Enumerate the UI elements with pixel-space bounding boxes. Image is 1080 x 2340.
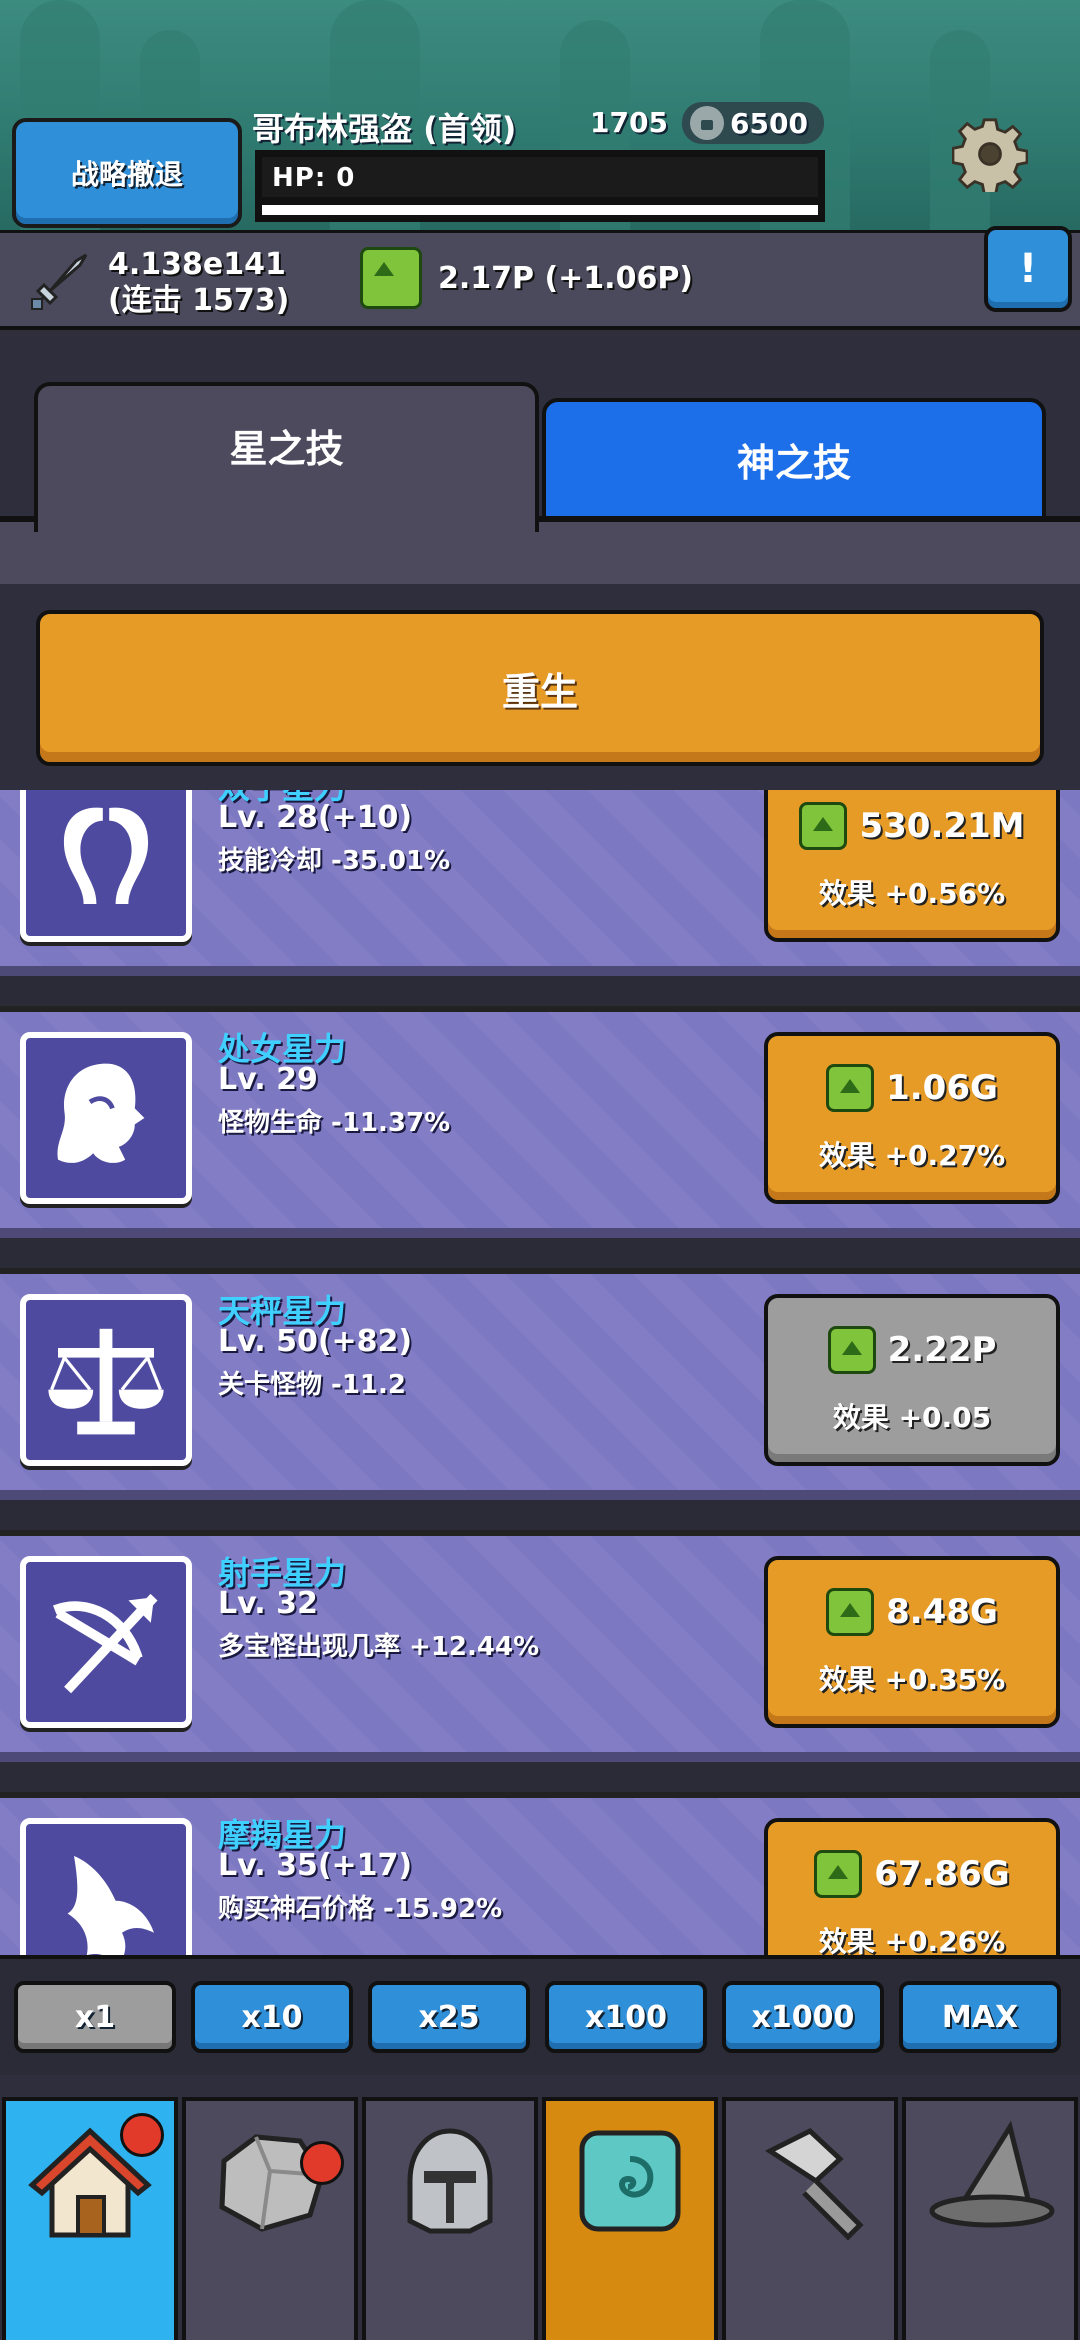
skill-effect: 购买神石价格 -15.92% <box>218 1894 503 1924</box>
settings-gear-icon[interactable] <box>951 116 1029 196</box>
skill-row-sagittarius: 射手星力 Lv. 32 多宝怪出现几率 +12.44% 8.48G 效果 +0.… <box>0 1530 1080 1762</box>
divine-stone-icon <box>360 247 422 309</box>
upgrade-button[interactable]: 67.86G 效果 +0.26% <box>764 1818 1060 1955</box>
skill-effect: 关卡怪物 -11.2 <box>218 1370 406 1400</box>
nav-equipment[interactable] <box>362 2097 538 2340</box>
notification-badge <box>120 2113 164 2157</box>
tab-god-skills[interactable]: 神之技 <box>542 398 1046 520</box>
skill-level: Lv. 35(+17) <box>218 1848 413 1883</box>
libra-icon <box>20 1294 192 1466</box>
retreat-button[interactable]: 战略撤退 <box>12 118 242 228</box>
hammer-icon <box>764 2127 864 2241</box>
divine-stone-icon <box>826 1064 875 1112</box>
skill-level: Lv. 29 <box>218 1062 318 1097</box>
multiplier-x1000-button[interactable]: x1000 <box>722 1981 884 2053</box>
bottom-nav <box>0 2075 1080 2340</box>
upgrade-button[interactable]: 1.06G 效果 +0.27% <box>764 1032 1060 1204</box>
boss-name: 哥布林强盗 (首领) <box>252 110 517 148</box>
gemini-icon <box>20 790 192 942</box>
damage-stat: 4.138e141 (连击 1573) <box>108 247 289 319</box>
skill-row-gemini: 双子星力 Lv. 28(+10) 技能冷却 -35.01% 530.21M 效果… <box>0 790 1080 976</box>
multiplier-x1-button[interactable]: x1 <box>14 1981 176 2053</box>
info-button[interactable]: ! <box>984 226 1072 312</box>
upgrade-button[interactable]: 8.48G 效果 +0.35% <box>764 1556 1060 1728</box>
upgrade-gain: 效果 +0.27% <box>818 1139 1006 1172</box>
upgrade-button[interactable]: 530.21M 效果 +0.56% <box>764 790 1060 942</box>
sagittarius-icon <box>20 1556 192 1728</box>
nav-magic[interactable] <box>902 2097 1078 2340</box>
skill-level: Lv. 32 <box>218 1586 318 1621</box>
stage-value: 6500 <box>730 106 808 140</box>
hp-bar: HP: 0 <box>255 150 825 222</box>
upgrade-cost: 67.86G <box>874 1854 1010 1894</box>
combo-value: (连击 1573) <box>108 283 290 318</box>
skill-row-virgo: 处女星力 Lv. 29 怪物生命 -11.37% 1.06G 效果 +0.27% <box>0 1006 1080 1238</box>
lock-icon <box>690 106 724 140</box>
upgrade-gain: 效果 +0.05 <box>832 1401 992 1434</box>
helmet-icon <box>407 2128 493 2234</box>
upgrade-cost: 530.21M <box>859 806 1025 846</box>
damage-value: 4.138e141 <box>108 247 286 282</box>
skill-effect: 多宝怪出现几率 +12.44% <box>218 1632 540 1662</box>
skill-effect: 怪物生命 -11.37% <box>218 1108 451 1138</box>
rebirth-button[interactable]: 重生 <box>36 610 1044 766</box>
rune-stone-icon <box>579 2130 681 2232</box>
upgrade-cost: 1.06G <box>886 1068 998 1108</box>
skill-level: Lv. 50(+82) <box>218 1324 413 1359</box>
nav-rune[interactable] <box>542 2097 718 2340</box>
nav-home[interactable] <box>2 2097 178 2340</box>
stage-indicator: 6500 <box>682 102 824 144</box>
skill-effect: 技能冷却 -35.01% <box>218 846 451 876</box>
nav-rock[interactable] <box>182 2097 358 2340</box>
skill-row-capricorn: 摩羯星力 Lv. 35(+17) 购买神石价格 -15.92% 67.86G 效… <box>0 1792 1080 1955</box>
kill-count: 1705 <box>590 106 668 139</box>
skill-list[interactable]: 双子星力 Lv. 28(+10) 技能冷却 -35.01% 530.21M 效果… <box>0 790 1080 1955</box>
divine-stone-count: 2.17P (+1.06P) <box>438 261 694 296</box>
divine-stone-icon <box>826 1588 875 1636</box>
virgo-icon <box>20 1032 192 1204</box>
stats-bar: 4.138e141 (连击 1573) 2.17P (+1.06P) <box>0 230 1080 330</box>
upgrade-gain: 效果 +0.35% <box>818 1663 1006 1696</box>
nav-forge[interactable] <box>722 2097 898 2340</box>
sword-icon <box>31 253 88 310</box>
upgrade-cost: 2.22P <box>887 1330 997 1370</box>
divine-stone-icon <box>827 1326 876 1374</box>
wizard-hat-icon <box>929 2120 1055 2228</box>
hp-label: HP: 0 <box>272 163 356 193</box>
skill-level: Lv. 28(+10) <box>218 800 413 835</box>
upgrade-gain: 效果 +0.56% <box>818 877 1006 910</box>
multiplier-x10-button[interactable]: x10 <box>191 1981 353 2053</box>
upgrade-button[interactable]: 2.22P 效果 +0.05 <box>764 1294 1060 1466</box>
multiplier-x25-button[interactable]: x25 <box>368 1981 530 2053</box>
divine-stone-icon <box>814 1850 863 1898</box>
multiplier-x100-button[interactable]: x100 <box>545 1981 707 2053</box>
multiplier-max-button[interactable]: MAX <box>899 1981 1061 2053</box>
capricorn-icon <box>20 1818 192 1955</box>
multiplier-bar: x1 x10 x25 x100 x1000 MAX <box>0 1955 1080 2075</box>
upgrade-cost: 8.48G <box>886 1592 998 1632</box>
skill-row-libra: 天秤星力 Lv. 50(+82) 关卡怪物 -11.2 2.22P 效果 +0.… <box>0 1268 1080 1500</box>
notification-badge <box>300 2141 344 2185</box>
divine-stone-icon <box>799 802 848 850</box>
tab-star-skills[interactable]: 星之技 <box>34 382 539 532</box>
upgrade-gain: 效果 +0.26% <box>818 1925 1006 1955</box>
